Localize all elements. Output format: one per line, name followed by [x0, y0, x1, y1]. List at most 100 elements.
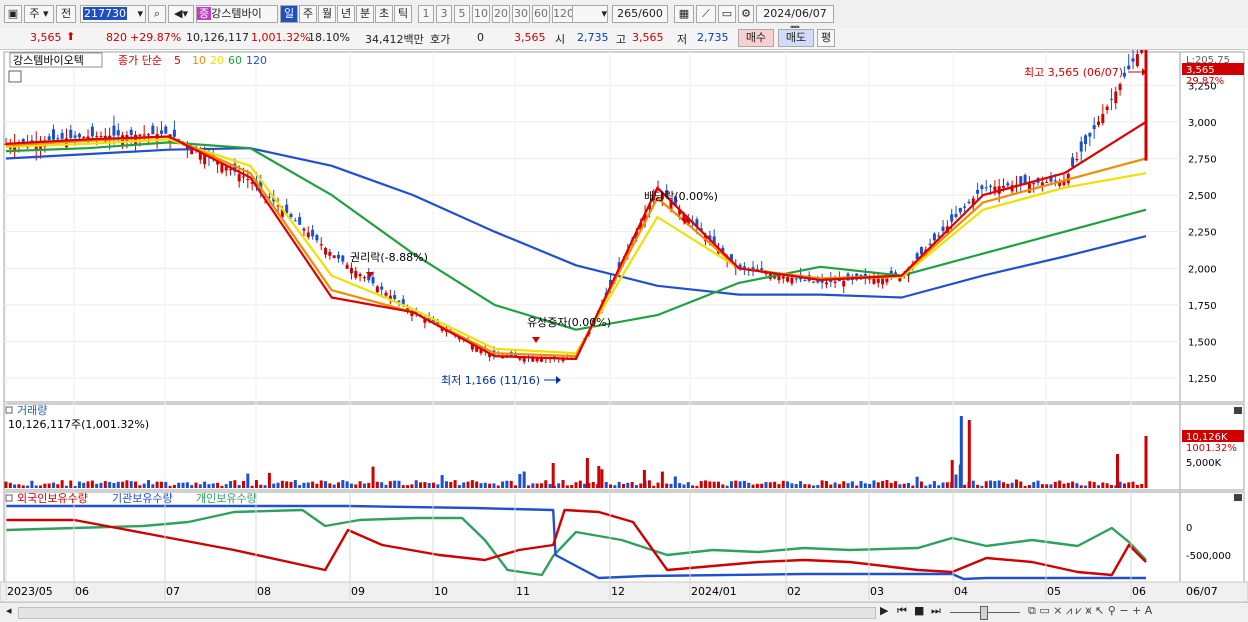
- interval-button-0[interactable]: 1: [418, 5, 434, 23]
- volume-bar: [475, 481, 479, 488]
- volume-bar: [52, 482, 55, 488]
- candle-body: [371, 277, 375, 284]
- speaker-icon[interactable]: ◀▾: [168, 5, 194, 23]
- period-tab-2[interactable]: 월: [318, 5, 336, 23]
- period-tab-6[interactable]: 틱: [394, 5, 412, 23]
- volume-bar: [829, 484, 833, 488]
- interval-button-2[interactable]: 5: [454, 5, 470, 23]
- chart-area[interactable]: 3,250 3,000 2,750 2,500 2,250 2,000 1,750 1,500…: [0, 26, 1248, 603]
- candle-body: [963, 206, 967, 208]
- volume-bar: [1140, 483, 1144, 488]
- window-icon[interactable]: ▣: [4, 5, 22, 23]
- volume-bar: [488, 483, 492, 488]
- holding-checkbox[interactable]: [5, 494, 13, 502]
- volume-bar: [82, 482, 86, 488]
- period-tab-5[interactable]: 초: [375, 5, 393, 23]
- scroll-left-icon[interactable]: ◂: [6, 604, 12, 617]
- volume-bar: [803, 484, 807, 488]
- scroll-track[interactable]: [18, 607, 876, 619]
- price-panel[interactable]: [3, 51, 1181, 403]
- last-price-label: 3,565: [1186, 65, 1215, 76]
- candle-body: [142, 134, 146, 136]
- nav-button-3[interactable]: ⏭: [931, 604, 941, 618]
- interval-button-6[interactable]: 60: [532, 5, 550, 23]
- volume-bar: [907, 482, 910, 488]
- eval-button[interactable]: 평: [817, 29, 835, 47]
- interval-button-3[interactable]: 10: [472, 5, 490, 23]
- market-label: 주: [29, 7, 40, 20]
- period-tab-3[interactable]: 년: [337, 5, 355, 23]
- volume-bar: [1049, 484, 1053, 488]
- volume-bar: [73, 485, 77, 488]
- chevron-down-icon[interactable]: ▾: [137, 6, 145, 22]
- hoga-price: 3,565: [514, 31, 546, 44]
- nav-button-1[interactable]: ⏮: [897, 604, 907, 618]
- nav-button-2[interactable]: ■: [914, 604, 924, 617]
- volume-bar: [604, 481, 608, 488]
- interval-button-1[interactable]: 3: [436, 5, 452, 23]
- candle-body: [393, 295, 397, 299]
- interval-button-4[interactable]: 20: [492, 5, 510, 23]
- volume-bar: [777, 484, 781, 488]
- sell-button[interactable]: 매도: [778, 29, 814, 47]
- candle-body: [56, 138, 60, 140]
- volume-bar: [1084, 485, 1088, 488]
- table-icon[interactable]: [8, 70, 22, 83]
- all-button[interactable]: 전: [56, 5, 76, 23]
- code-input[interactable]: 217730 ▾: [80, 5, 146, 23]
- volume-bar: [902, 483, 906, 488]
- candle-body: [872, 278, 876, 284]
- scroll-bar[interactable]: ◂ ▶ ⏮ ■ ⏭ ⧉ ▭ ⨯ ⩘ ⩗ ⩙ ↖ ⚲ − + A: [0, 602, 1248, 622]
- volume-bar: [1131, 481, 1135, 488]
- zoom-slider-handle[interactable]: [980, 606, 988, 620]
- empty-select[interactable]: ▾: [572, 5, 608, 23]
- stock-badge: 증: [197, 7, 212, 20]
- count-total: /600: [638, 7, 663, 20]
- volume-checkbox[interactable]: [5, 406, 13, 414]
- high-label: 고: [616, 33, 627, 46]
- volume-bar: [285, 481, 289, 488]
- volume-panel[interactable]: [3, 403, 1181, 491]
- buy-button[interactable]: 매수: [738, 29, 774, 47]
- gear-icon[interactable]: ⚙: [738, 5, 754, 23]
- candle-body: [73, 135, 77, 138]
- stock-name-field[interactable]: 증 강스템바이: [196, 5, 278, 23]
- tools-icon[interactable]: ⧉ ▭ ⨯ ⩘ ⩗ ⩙ ↖ ⚲ − + A: [1028, 604, 1152, 618]
- volume-bar: [812, 485, 815, 488]
- stock-title: 강스템바이오텍: [13, 54, 84, 67]
- date-field[interactable]: 2024/06/07 ▦: [756, 5, 834, 36]
- volume-bar: [1032, 482, 1036, 488]
- volume-bar: [889, 482, 893, 488]
- candle-body: [937, 235, 941, 237]
- nav-button-0[interactable]: ▶: [880, 604, 888, 617]
- volume-bar: [263, 485, 267, 488]
- period-tab-4[interactable]: 분: [356, 5, 374, 23]
- volume-bar: [539, 483, 543, 488]
- volume-bar: [717, 481, 720, 488]
- candle-body: [324, 248, 328, 255]
- volume-bar: [898, 484, 902, 488]
- holding-close-icon[interactable]: [1234, 494, 1242, 501]
- up-arrow-icon: ⬆: [66, 30, 76, 43]
- period-tab-0[interactable]: 일: [280, 5, 298, 23]
- volume-bar: [721, 484, 725, 488]
- chart-svg[interactable]: 3,2503,0002,7502,5002,2502,0001,7501,500…: [0, 26, 1248, 603]
- interval-button-5[interactable]: 30: [512, 5, 530, 23]
- volume-bar: [324, 481, 328, 488]
- volume-close-icon[interactable]: [1234, 407, 1242, 414]
- interval-button-7[interactable]: 120: [552, 5, 574, 23]
- candle-body: [164, 126, 168, 134]
- line-tool-icon[interactable]: ⟋: [696, 5, 716, 23]
- market-select[interactable]: 주 ▾: [24, 5, 54, 23]
- search-icon[interactable]: ⌕: [148, 5, 166, 23]
- volume-bar: [354, 484, 358, 488]
- candle-body: [984, 187, 988, 189]
- grid-tool-icon[interactable]: ▦: [674, 5, 694, 23]
- volume-value: 10,126,117: [186, 31, 249, 44]
- period-tab-1[interactable]: 주: [299, 5, 317, 23]
- rights-annotation: 권리락(-8.88%): [350, 251, 428, 264]
- candle-body: [242, 176, 245, 178]
- count-field[interactable]: 265/600: [612, 5, 668, 23]
- save-icon[interactable]: ▭: [718, 5, 736, 23]
- volume-bar: [337, 482, 340, 488]
